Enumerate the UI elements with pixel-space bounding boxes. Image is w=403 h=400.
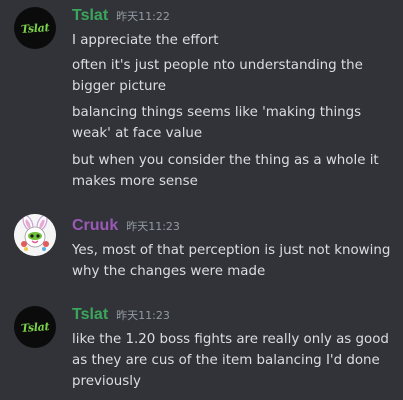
timestamp[interactable]: 昨天11:23 (126, 218, 180, 234)
message-text: but when you consider the thing as a who… (72, 153, 379, 189)
message-text: often it's just people nto understanding… (72, 58, 363, 94)
avatar[interactable]: Tslat (14, 306, 56, 348)
avatar-logo-text: Tslat (20, 20, 50, 36)
avatar-logo-text: Tslat (20, 319, 50, 335)
message-header: Tslat 昨天11:23 (72, 306, 170, 326)
message-text: Yes, most of that perception is just not… (72, 243, 391, 279)
rabbit-mascot-icon (14, 214, 56, 256)
message-text: I appreciate the effort (72, 33, 219, 48)
timestamp[interactable]: 昨天11:23 (116, 307, 170, 323)
username[interactable]: Tslat (72, 7, 108, 25)
message-header: Cruuk 昨天11:23 (72, 217, 180, 237)
timestamp[interactable]: 昨天11:22 (116, 8, 170, 24)
chat-message-list: Tslat Tslat 昨天11:22 I appreciate the eff… (0, 0, 403, 400)
message-text: like the 1.20 boss fights are really onl… (72, 332, 389, 389)
username[interactable]: Cruuk (72, 217, 118, 235)
message-text: balancing things seems like 'making thin… (72, 105, 362, 141)
message-header: Tslat 昨天11:22 (72, 7, 170, 27)
avatar[interactable]: Tslat (14, 7, 56, 49)
avatar[interactable] (14, 214, 56, 256)
username[interactable]: Tslat (72, 306, 108, 324)
